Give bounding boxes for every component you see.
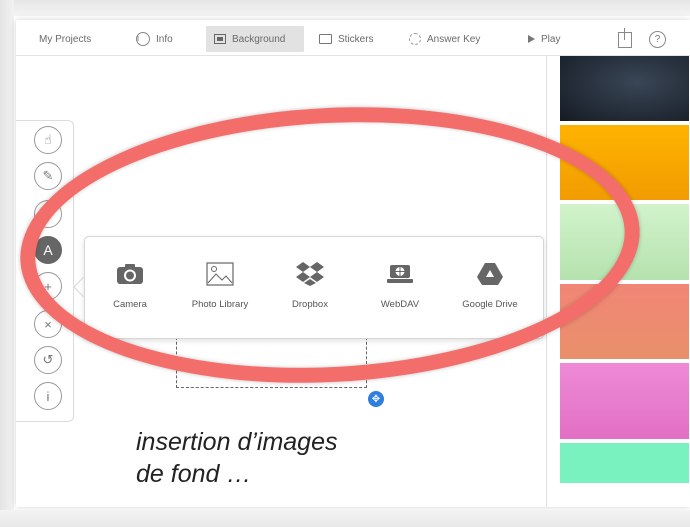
- stickers-label: Stickers: [338, 33, 374, 45]
- help-button[interactable]: ?: [649, 31, 666, 48]
- hand-icon: ☝: [44, 132, 52, 147]
- answer-key-icon: [409, 33, 421, 45]
- photo-library-label: Photo Library: [191, 299, 249, 310]
- info-label: Info: [156, 33, 173, 45]
- info-tab[interactable]: i Info: [136, 28, 173, 50]
- dropbox-icon: [265, 259, 355, 289]
- camera-option[interactable]: Camera: [85, 259, 175, 310]
- swatch-pink[interactable]: [560, 363, 689, 439]
- stickers-tab[interactable]: Stickers: [319, 28, 374, 50]
- top-toolbar: My Projects i Info Background Stickers A…: [16, 20, 690, 56]
- window-frame-bottom: [0, 510, 690, 527]
- pencil-icon: ✎: [42, 168, 54, 183]
- hand-tool-button[interactable]: ☝: [34, 126, 62, 154]
- google-drive-option[interactable]: Google Drive: [445, 259, 535, 310]
- text-tool-button[interactable]: A: [34, 236, 62, 264]
- undo-icon: ↺: [42, 352, 54, 367]
- google-drive-label: Google Drive: [462, 299, 518, 310]
- webdav-label: WebDAV: [380, 299, 420, 310]
- image-source-popover: Camera Photo Library Dropbox WebDAV Goog…: [84, 236, 544, 339]
- sticker-icon: [319, 34, 332, 44]
- plus-tool-button[interactable]: +: [34, 272, 62, 300]
- info-tool-button[interactable]: i: [34, 382, 62, 410]
- text-icon: A: [43, 242, 53, 258]
- dropbox-option[interactable]: Dropbox: [265, 259, 355, 310]
- caption-line-1: insertion d’images: [136, 428, 338, 456]
- background-swatch-list: [560, 56, 689, 484]
- move-handle-icon[interactable]: ✥: [368, 391, 384, 407]
- pencil-tool-button[interactable]: ✎: [34, 162, 62, 190]
- photo-library-icon: [175, 259, 265, 289]
- window-frame-top: [0, 0, 690, 16]
- answer-key-tab[interactable]: Answer Key: [409, 28, 480, 50]
- swatch-green[interactable]: [560, 204, 689, 280]
- share-icon[interactable]: [618, 28, 632, 48]
- eraser-icon: ◇: [43, 206, 53, 221]
- background-icon: [214, 34, 226, 44]
- photo-library-option[interactable]: Photo Library: [175, 259, 265, 310]
- camera-icon: [85, 259, 175, 289]
- info-icon: i: [46, 388, 50, 404]
- google-drive-icon: [445, 259, 535, 289]
- panel-divider: [546, 56, 547, 507]
- background-tab[interactable]: Background: [206, 26, 304, 52]
- swatch-dark[interactable]: [560, 56, 689, 121]
- close-tool-button[interactable]: ×: [34, 310, 62, 338]
- camera-label: Camera: [113, 299, 147, 310]
- background-label: Background: [232, 33, 286, 45]
- play-label: Play: [541, 33, 561, 45]
- my-projects-button[interactable]: My Projects: [39, 28, 91, 50]
- swatch-mint[interactable]: [560, 443, 689, 483]
- my-projects-label: My Projects: [39, 33, 92, 45]
- webdav-icon: [355, 259, 445, 289]
- webdav-option[interactable]: WebDAV: [355, 259, 445, 310]
- plus-icon: +: [44, 278, 52, 294]
- close-icon: ×: [44, 316, 52, 332]
- swatch-orange[interactable]: [560, 125, 689, 200]
- info-icon: i: [136, 32, 150, 46]
- help-label: ?: [654, 34, 661, 45]
- play-icon: [528, 35, 535, 43]
- dropbox-label: Dropbox: [292, 299, 328, 310]
- annotation-caption: insertion d’images de fond …: [136, 426, 456, 490]
- caption-line-2: de fond …: [136, 460, 252, 488]
- undo-tool-button[interactable]: ↺: [34, 346, 62, 374]
- play-tab[interactable]: Play: [528, 28, 560, 50]
- window-frame-left: [0, 0, 14, 527]
- answer-key-label: Answer Key: [427, 33, 481, 45]
- swatch-salmon[interactable]: [560, 284, 689, 359]
- selection-box[interactable]: [176, 337, 367, 388]
- eraser-tool-button[interactable]: ◇: [34, 200, 62, 228]
